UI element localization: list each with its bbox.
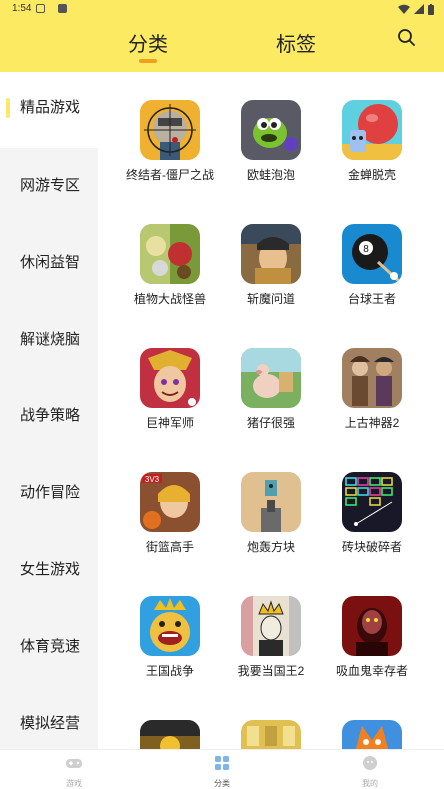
fox-icon: [342, 720, 402, 749]
search-icon[interactable]: [396, 27, 418, 49]
game-card[interactable]: 砖块破碎者: [317, 472, 427, 572]
game-card[interactable]: [115, 720, 225, 749]
basketball-girl-icon: 3V3: [140, 472, 200, 532]
game-name: 炮轰方块: [246, 540, 295, 554]
hero-face-icon: [140, 348, 200, 408]
game-card[interactable]: 我要当国王2: [216, 596, 326, 696]
top-bar: 1:54 分类 标签: [0, 0, 444, 72]
game-name: 巨神军师: [145, 416, 194, 430]
game-card[interactable]: 巨神军师: [115, 348, 225, 448]
nav-label: 游戏: [66, 779, 82, 788]
svg-text:3V3: 3V3: [145, 475, 160, 484]
game-card[interactable]: 3V3 街篮高手: [115, 472, 225, 572]
game-name: 王国战争: [145, 664, 194, 678]
brick-breaker-icon: [342, 472, 402, 532]
cannon-block-icon: [241, 472, 301, 532]
game-name: 斩魔问道: [246, 292, 295, 306]
game-name: 欧蛙泡泡: [246, 168, 295, 182]
nav-label: 分类: [214, 779, 230, 788]
king-face-icon: [140, 596, 200, 656]
building-icon: [241, 720, 301, 749]
game-name: 植物大战怪兽: [133, 292, 206, 306]
game-card[interactable]: 炮轰方块: [216, 472, 326, 572]
billiard-ball-icon: 8: [342, 224, 402, 284]
wifi-icon: [398, 4, 410, 14]
status-time: 1:54: [12, 3, 32, 14]
crown-king-icon: [241, 596, 301, 656]
game-card[interactable]: 上古神器2: [317, 348, 427, 448]
bottom-nav: 游戏 分类 我的: [0, 749, 444, 789]
category-item-puzzle[interactable]: 解谜烧脑: [0, 320, 98, 360]
ball-run-icon: [342, 100, 402, 160]
game-name: 终结者-僵尸之战: [126, 168, 214, 182]
profile-icon: [363, 756, 377, 770]
category-item-casual[interactable]: 休闲益智: [0, 243, 98, 283]
game-card[interactable]: [317, 720, 427, 749]
category-item-simulation[interactable]: 模拟经营: [0, 704, 98, 744]
notification-icon: [36, 4, 45, 13]
game-name: 砖块破碎者: [341, 540, 402, 554]
game-name: 金蝉脱壳: [347, 168, 396, 182]
nav-label: 我的: [362, 779, 378, 788]
active-tab-indicator: [139, 59, 157, 63]
game-card[interactable]: 终结者-僵尸之战: [115, 100, 225, 200]
nav-item-category[interactable]: 分类: [192, 755, 252, 789]
game-card[interactable]: 欧蛙泡泡: [216, 100, 326, 200]
game-name: 街篮高手: [145, 540, 194, 554]
game-card[interactable]: 吸血鬼幸存者: [317, 596, 427, 696]
category-item-strategy[interactable]: 战争策略: [0, 396, 98, 436]
plants-monsters-icon: [140, 224, 200, 284]
game-card[interactable]: 斩魔问道: [216, 224, 326, 324]
app-notification-icon: [58, 4, 67, 13]
game-card[interactable]: 8 台球王者: [317, 224, 427, 324]
game-name: 猪仔很强: [246, 416, 295, 430]
category-item-girls[interactable]: 女生游戏: [0, 550, 98, 590]
grid-icon: [215, 756, 229, 770]
category-item-premium[interactable]: 精品游戏: [0, 88, 98, 128]
category-sidebar: 精品游戏 网游专区 休闲益智 解谜烧脑 战争策略 动作冒险 女生游戏 体育竞速 …: [0, 72, 98, 749]
adventurers-icon: [342, 348, 402, 408]
green-frog-icon: [241, 100, 301, 160]
svg-text:8: 8: [363, 244, 369, 255]
game-card[interactable]: 植物大战怪兽: [115, 224, 225, 324]
game-card[interactable]: [216, 720, 326, 749]
nav-item-profile[interactable]: 我的: [340, 755, 400, 789]
zombie-sniper-icon: [140, 100, 200, 160]
tab-tags[interactable]: 标签: [276, 28, 316, 57]
status-icons: [398, 3, 434, 15]
category-item-action[interactable]: 动作冒险: [0, 473, 98, 513]
signal-icon: [414, 4, 424, 14]
category-item-online[interactable]: 网游专区: [0, 166, 98, 206]
gold-coins-icon: [140, 720, 200, 749]
game-card[interactable]: 猪仔很强: [216, 348, 326, 448]
game-name: 吸血鬼幸存者: [335, 664, 408, 678]
game-grid: 终结者-僵尸之战 欧蛙泡泡 金蝉脱壳 植物大战怪兽 斩魔问道 8 台球王者 巨神…: [98, 72, 444, 749]
gamepad-icon: [66, 759, 82, 768]
game-name: 台球王者: [347, 292, 396, 306]
battery-icon: [428, 3, 434, 15]
vampire-icon: [342, 596, 402, 656]
game-name: 上古神器2: [344, 416, 400, 430]
nav-item-games[interactable]: 游戏: [44, 755, 104, 789]
game-card[interactable]: 王国战争: [115, 596, 225, 696]
warrior-icon: [241, 224, 301, 284]
header-tabs: 分类 标签: [0, 24, 444, 72]
category-item-sports[interactable]: 体育竞速: [0, 627, 98, 667]
game-card[interactable]: 金蝉脱壳: [317, 100, 427, 200]
tab-category[interactable]: 分类: [128, 28, 168, 57]
status-bar: 1:54: [0, 0, 444, 20]
game-name: 我要当国王2: [237, 664, 305, 678]
pig-icon: [241, 348, 301, 408]
